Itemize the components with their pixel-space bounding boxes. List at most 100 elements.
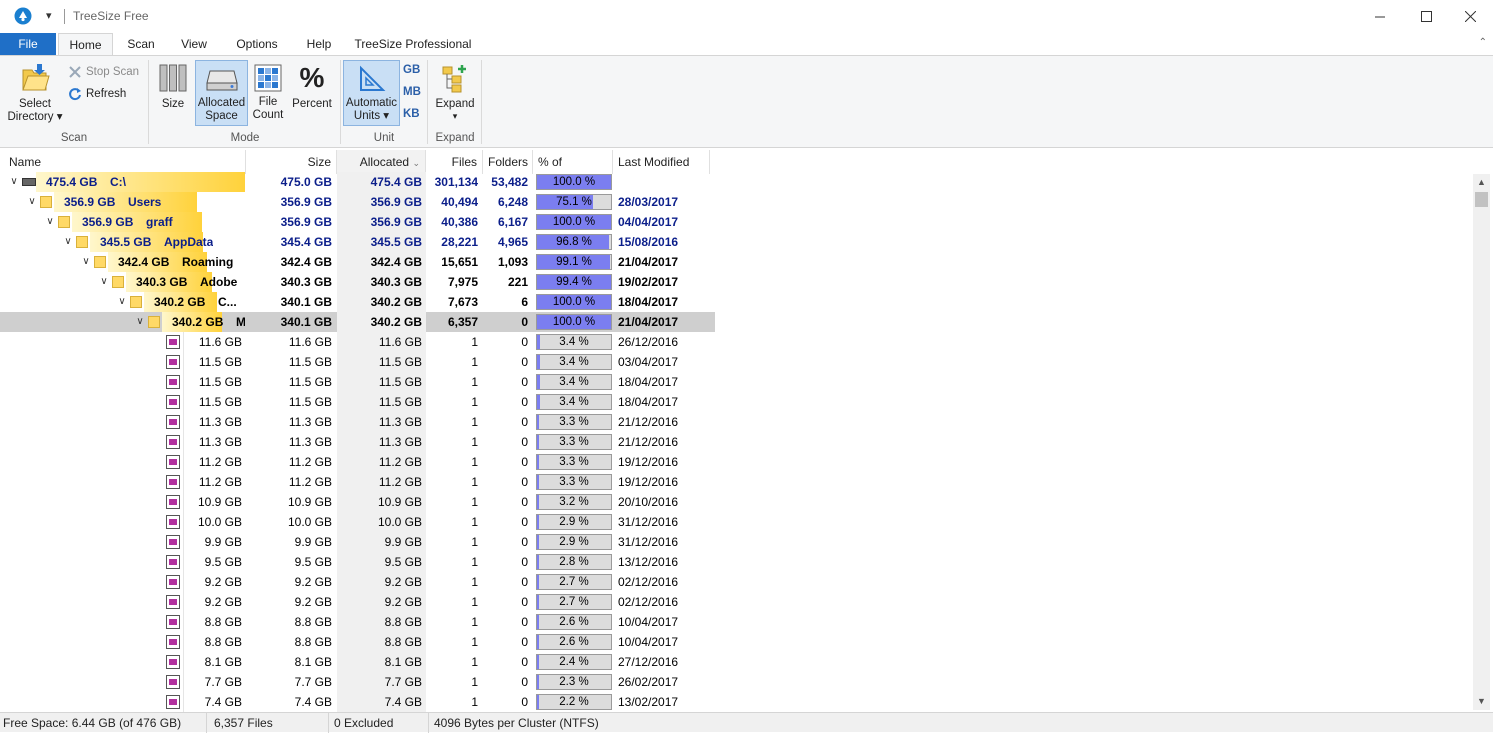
column-header-folders[interactable]: Folders xyxy=(483,150,533,174)
file-row[interactable]: 9.9 GB 9.9 GB 9.9 GB 1 0 2.9 % 31/12/2016 xyxy=(0,532,715,552)
file-size-label: 11.2 GB xyxy=(198,475,242,489)
unit-kb-button[interactable]: KB xyxy=(403,108,420,120)
column-header-allocated[interactable]: Allocated ⌄ xyxy=(337,150,426,174)
mode-percent-button[interactable]: % Percent xyxy=(289,60,335,126)
file-row[interactable]: 7.4 GB 7.4 GB 7.4 GB 1 0 2.2 % 13/02/2017 xyxy=(0,692,715,712)
column-header-size[interactable]: Size xyxy=(246,150,337,174)
size-cell: 340.1 GB xyxy=(280,295,332,309)
folder-row[interactable]: ∨ 340.2 GB C... 340.1 GB 340.2 GB 7,673 6 100.0… xyxy=(0,292,715,312)
file-row[interactable]: 8.1 GB 8.1 GB 8.1 GB 1 0 2.4 % 27/12/2016 xyxy=(0,652,715,672)
video-file-icon xyxy=(166,515,180,529)
name-size-label: 340.2 GB xyxy=(154,295,206,309)
folders-cell: 0 xyxy=(521,555,528,569)
name-size-label: 356.9 GB xyxy=(82,215,134,229)
size-cell: 10.0 GB xyxy=(287,515,332,529)
last-modified-cell: 03/04/2017 xyxy=(618,355,679,369)
tab-file[interactable]: File xyxy=(0,33,56,55)
expand-chevron-icon[interactable]: ∨ xyxy=(26,192,38,212)
refresh-button[interactable]: Refresh xyxy=(68,87,126,101)
ribbon-collapse-icon[interactable]: ⌃ xyxy=(1479,37,1487,48)
expand-button[interactable]: Expand ▾ xyxy=(433,60,477,126)
unit-mb-button[interactable]: MB xyxy=(403,86,421,98)
size-cell: 356.9 GB xyxy=(280,215,332,229)
automatic-units-button[interactable]: Automatic Units ▾ xyxy=(343,60,400,126)
file-row[interactable]: 11.3 GB 11.3 GB 11.3 GB 1 0 3.3 % 21/12/2016 xyxy=(0,412,715,432)
file-size-label: 10.9 GB xyxy=(197,495,242,509)
column-header-percent[interactable]: % of Paren... xyxy=(533,150,613,193)
column-header-files[interactable]: Files xyxy=(426,150,483,174)
file-row[interactable]: 7.7 GB 7.7 GB 7.7 GB 1 0 2.3 % 26/02/2017 xyxy=(0,672,715,692)
maximize-button[interactable] xyxy=(1403,0,1449,33)
file-row[interactable]: 9.2 GB 9.2 GB 9.2 GB 1 0 2.7 % 02/12/2016 xyxy=(0,592,715,612)
video-file-icon xyxy=(166,455,180,469)
size-cell: 11.6 GB xyxy=(288,335,332,349)
file-row[interactable]: 11.2 GB 11.2 GB 11.2 GB 1 0 3.3 % 19/12/2016 xyxy=(0,452,715,472)
tab-home[interactable]: Home xyxy=(58,33,113,56)
file-row[interactable]: 11.6 GB 11.6 GB 11.6 GB 1 0 3.4 % 26/12/2016 xyxy=(0,332,715,352)
file-row[interactable]: 9.5 GB 9.5 GB 9.5 GB 1 0 2.8 % 13/12/2016 xyxy=(0,552,715,572)
percent-label: 2.8 % xyxy=(559,556,589,568)
folders-cell: 0 xyxy=(521,395,528,409)
expand-chevron-icon[interactable]: ∨ xyxy=(98,272,110,292)
allocated-cell: 9.9 GB xyxy=(384,535,422,549)
scrollbar-thumb[interactable] xyxy=(1475,192,1488,207)
expand-chevron-icon[interactable]: ∨ xyxy=(134,312,146,332)
folder-row[interactable]: ∨ 340.3 GB Adobe 340.3 GB 340.3 GB 7,975 221 99… xyxy=(0,272,715,292)
file-row[interactable]: 10.9 GB 10.9 GB 10.9 GB 1 0 3.2 % 20/10/2016 xyxy=(0,492,715,512)
file-row[interactable]: 11.5 GB 11.5 GB 11.5 GB 1 0 3.4 % 03/04/2017 xyxy=(0,352,715,372)
expand-chevron-icon[interactable]: ∨ xyxy=(8,172,20,192)
percent-label: 3.2 % xyxy=(559,496,589,508)
vertical-scrollbar[interactable]: ▲ ▼ xyxy=(1473,174,1490,710)
mode-file-count-button[interactable]: File Count xyxy=(250,60,286,126)
file-row[interactable]: 11.5 GB 11.5 GB 11.5 GB 1 0 3.4 % 18/04/2017 xyxy=(0,392,715,412)
folders-cell: 6,248 xyxy=(497,195,528,209)
expand-chevron-icon[interactable]: ∨ xyxy=(80,252,92,272)
folders-cell: 0 xyxy=(521,615,528,629)
tree-grid: Name Size Allocated ⌄ Files Folders % of… xyxy=(0,150,1493,712)
quick-access-dropdown-icon[interactable]: ▾ xyxy=(46,9,52,22)
folders-cell: 6,167 xyxy=(497,215,528,229)
tab-scan[interactable]: Scan xyxy=(118,33,164,55)
percent-label: 3.3 % xyxy=(559,456,589,468)
file-row[interactable]: 11.5 GB 11.5 GB 11.5 GB 1 0 3.4 % 18/04/2017 xyxy=(0,372,715,392)
percent-bar: 2.2 % xyxy=(536,694,612,710)
folder-row[interactable]: ∨ 340.2 GB M... 340.1 GB 340.2 GB 6,357 0 100.0… xyxy=(0,312,715,332)
expand-chevron-icon[interactable]: ∨ xyxy=(44,212,56,232)
tab-help[interactable]: Help xyxy=(298,33,340,55)
scroll-up-icon[interactable]: ▲ xyxy=(1473,174,1490,191)
video-file-icon xyxy=(166,675,180,689)
files-cell: 1 xyxy=(471,615,478,629)
status-bar: Free Space: 6.44 GB (of 476 GB) 6,357 Fi… xyxy=(0,712,1493,733)
minimize-button[interactable] xyxy=(1357,0,1403,33)
tab-treesize-professional[interactable]: TreeSize Professional xyxy=(352,33,474,55)
video-file-icon xyxy=(166,495,180,509)
size-cell: 7.4 GB xyxy=(294,695,332,709)
file-row[interactable]: 10.0 GB 10.0 GB 10.0 GB 1 0 2.9 % 31/12/2016 xyxy=(0,512,715,532)
folder-row[interactable]: ∨ 356.9 GB Users 356.9 GB 356.9 GB 40,494 6,24… xyxy=(0,192,715,212)
tab-options[interactable]: Options xyxy=(228,33,286,55)
percent-bar: 2.4 % xyxy=(536,654,612,670)
column-header-name[interactable]: Name xyxy=(4,150,246,174)
file-row[interactable]: 9.2 GB 9.2 GB 9.2 GB 1 0 2.7 % 02/12/2016 xyxy=(0,572,715,592)
select-directory-button[interactable]: Select Directory ▾ xyxy=(6,60,64,130)
mode-allocated-space-button[interactable]: Allocated Space xyxy=(195,60,248,126)
close-button[interactable] xyxy=(1447,0,1493,33)
folder-row[interactable]: ∨ 356.9 GB graff 356.9 GB 356.9 GB 40,386 6,16… xyxy=(0,212,715,232)
drive-row[interactable]: ∨ 475.4 GB C:\ 475.0 GB 475.4 GB 301,134 53,48… xyxy=(0,172,715,192)
file-row[interactable]: 11.2 GB 11.2 GB 11.2 GB 1 0 3.3 % 19/12/2016 xyxy=(0,472,715,492)
file-row[interactable]: 8.8 GB 8.8 GB 8.8 GB 1 0 2.6 % 10/04/2017 xyxy=(0,612,715,632)
column-header-last-modified[interactable]: Last Modified xyxy=(613,150,710,174)
expand-chevron-icon[interactable]: ∨ xyxy=(62,232,74,252)
tab-view[interactable]: View xyxy=(171,33,217,55)
unit-gb-button[interactable]: GB xyxy=(403,64,420,76)
expand-chevron-icon[interactable]: ∨ xyxy=(116,292,128,312)
folder-row[interactable]: ∨ 342.4 GB Roaming 342.4 GB 342.4 GB 15,651 1,… xyxy=(0,252,715,272)
stop-scan-button[interactable]: Stop Scan xyxy=(68,65,139,79)
file-row[interactable]: 11.3 GB 11.3 GB 11.3 GB 1 0 3.3 % 21/12/2016 xyxy=(0,432,715,452)
folder-row[interactable]: ∨ 345.5 GB AppData 345.4 GB 345.5 GB 28,221 4,… xyxy=(0,232,715,252)
file-size-label: 9.2 GB xyxy=(204,595,242,609)
scroll-down-icon[interactable]: ▼ xyxy=(1473,693,1490,710)
file-row[interactable]: 8.8 GB 8.8 GB 8.8 GB 1 0 2.6 % 10/04/2017 xyxy=(0,632,715,652)
file-size-label: 9.5 GB xyxy=(204,555,242,569)
mode-size-button[interactable]: Size xyxy=(156,60,190,126)
